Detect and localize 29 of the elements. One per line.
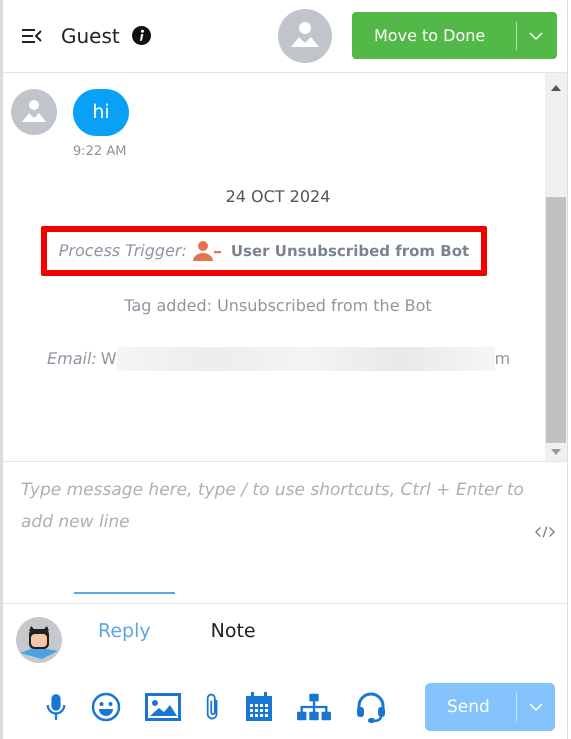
calendar-icon[interactable] [245,692,273,722]
tag-event: Tag added: Unsubscribed from the Bot [124,296,432,315]
scroll-up-icon[interactable] [551,84,561,91]
image-icon[interactable] [145,693,181,722]
tab[interactable]: Reply [74,592,175,656]
microphone-icon[interactable] [45,692,67,722]
caret-icon[interactable] [529,32,543,40]
move-to-done-button[interactable]: Move to Done [352,12,557,60]
avatar-icon [11,88,57,135]
avatar-icon [278,8,332,63]
code-icon[interactable] [535,525,555,540]
email-label: Email: [47,349,97,368]
trigger-name: User Unsubscribed from Bot [230,242,470,260]
contact-name: Guest [61,24,120,48]
info-icon[interactable] [132,26,151,46]
agent-avatar-icon [16,616,62,663]
emoji-icon[interactable] [91,692,121,722]
trigger-label: Process Trigger: [58,241,187,260]
hierarchy-icon[interactable] [297,693,331,722]
scroll-down-icon[interactable] [551,448,561,454]
user-remove-icon [192,240,221,262]
email-value: m [494,349,510,368]
scrollbar-thumb[interactable] [546,196,566,442]
headset-icon[interactable] [355,691,387,724]
menu-collapse-icon[interactable] [21,28,43,43]
email-value: W [100,349,117,368]
message-bubble: hi [73,88,129,136]
message-time: 9:22 AM [73,144,128,159]
date-separator: 24 OCT 2024 [226,186,330,206]
